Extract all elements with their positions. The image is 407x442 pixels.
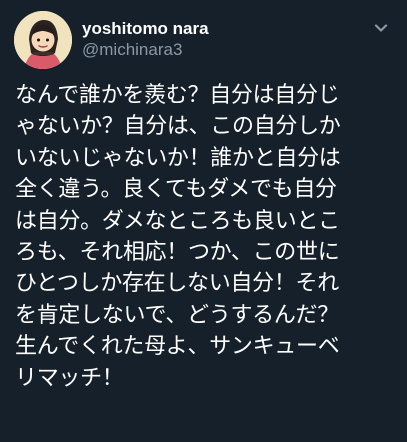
avatar[interactable] [14,11,72,69]
tweet-header: yoshitomo nara @michinara3 [14,11,393,71]
username[interactable]: @michinara3 [82,39,209,61]
tweet-text-line: は自分。ダメなところも良いとこ [15,208,340,234]
tweet-text-line: リマッチ！ [15,365,124,391]
tweet-text-line: ひとつしか存在しない自分！それ [15,271,339,297]
chevron-down-icon [374,24,388,32]
tweet-text-line: いないじゃないか！誰かと自分は [15,145,341,171]
tweet-menu-button[interactable] [369,16,393,40]
display-name[interactable]: yoshitomo nara [82,19,209,39]
avatar-illustration [14,11,72,69]
tweet-text-line: なんで誰かを羨む？自分は自分じ [15,83,340,108]
tweet-text-line: 全く違う。良くてもダメでも自分 [15,177,337,203]
tweet-text-line: ゃないか？自分は、この自分しか [15,114,341,140]
tweet-text-line: 生んでくれた母よ、サンキューベ [15,334,340,360]
tweet-text: なんで誰かを羨む？自分は自分じ ゃないか？自分は、この自分しか いないじゃないか… [15,80,397,394]
author-info: yoshitomo nara @michinara3 [82,19,209,61]
tweet-text-line: ろも、それ相応！つか、この世に [15,240,340,266]
tweet-text-line: を肯定しないで、どうするんだ？ [15,302,339,328]
tweet-card: yoshitomo nara @michinara3 なんで誰かを羨む？自分は自… [0,0,407,442]
